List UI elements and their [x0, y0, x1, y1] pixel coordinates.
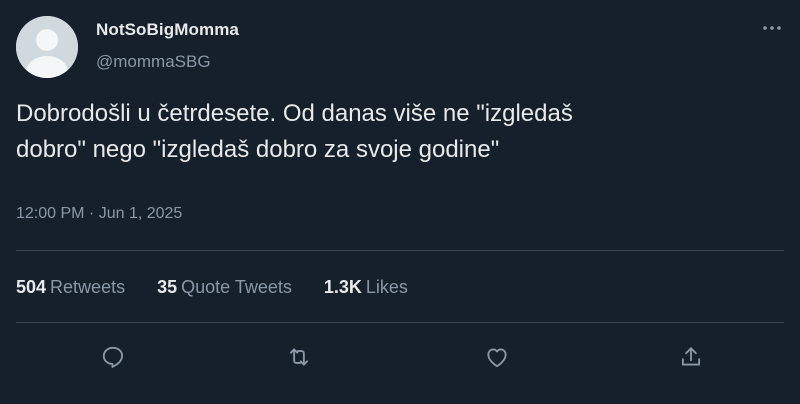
likes-stat[interactable]: 1.3K Likes [324, 277, 408, 298]
tweet-text-line: Dobrodošli u četrdesete. Od danas više n… [16, 100, 573, 127]
tweet-stats: 504 Retweets 35 Quote Tweets 1.3K Likes [16, 277, 440, 298]
heart-icon[interactable] [484, 344, 510, 370]
retweets-stat[interactable]: 504 Retweets [16, 277, 125, 298]
reply-icon[interactable] [100, 344, 126, 370]
quote-tweets-count: 35 [157, 277, 178, 297]
divider [16, 250, 784, 251]
avatar[interactable] [16, 16, 78, 78]
quote-tweets-stat[interactable]: 35 Quote Tweets [157, 277, 292, 298]
tweet-text: Dobrodošli u četrdesete. Od danas više n… [16, 96, 716, 168]
retweets-count: 504 [16, 277, 47, 297]
tweet-text-line: dobro" nego "izgledaš dobro za svoje god… [16, 136, 500, 163]
tweet-actions [16, 330, 784, 386]
tweet-card: NotSoBigMomma @mommaSBG Dobrodošli u čet… [0, 0, 800, 404]
user-handle[interactable]: @mommaSBG [96, 52, 211, 72]
likes-label: Likes [365, 277, 408, 297]
retweets-label: Retweets [50, 277, 126, 297]
tweet-timestamp[interactable]: 12:00 PM · Jun 1, 2025 [16, 205, 182, 223]
retweet-icon[interactable] [286, 344, 312, 370]
likes-count: 1.3K [323, 277, 362, 297]
divider [16, 322, 784, 323]
more-horizontal-icon[interactable] [760, 18, 784, 38]
display-name[interactable]: NotSoBigMomma [96, 20, 239, 40]
quote-tweets-label: Quote Tweets [181, 277, 292, 297]
default-avatar-icon [16, 16, 78, 78]
share-icon[interactable] [678, 344, 704, 370]
